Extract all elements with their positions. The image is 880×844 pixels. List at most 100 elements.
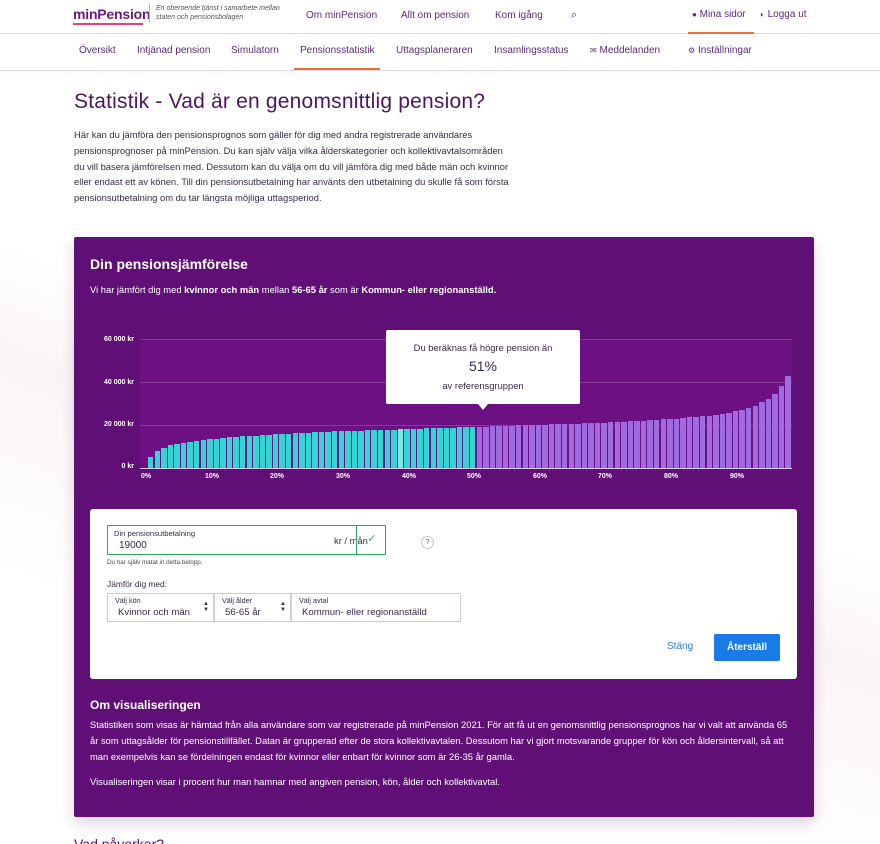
agreement-select[interactable]: Välj avtal Kommun- eller regionanställd <box>291 593 461 622</box>
tab-insamlingsstatus[interactable]: Insamlingsstatus <box>494 45 568 56</box>
chart-bar <box>765 399 772 468</box>
chart-bar <box>226 437 233 468</box>
chart-bar <box>640 420 647 468</box>
tab-simulatorn[interactable]: Simulatorn <box>231 45 279 56</box>
gender-select-label: Välj kön <box>115 596 141 605</box>
tagline: En oberoende tjänst i samarbete mellan s… <box>149 4 289 22</box>
tab-uttagsplaneraren[interactable]: Uttagsplaneraren <box>396 45 473 56</box>
page-title: Statistik - Vad är en genomsnittlig pens… <box>74 90 486 113</box>
chart-bar <box>338 431 344 468</box>
x-tick-label: 40% <box>401 473 417 480</box>
chart-bar <box>542 424 548 468</box>
chart-bar <box>148 457 154 468</box>
chart-bar <box>272 434 279 468</box>
about-text: Statistiken som visas är hämtad från all… <box>90 717 790 799</box>
nav-kom-igang[interactable]: Kom igång <box>495 10 543 21</box>
tooltip-percent: 51% <box>468 358 498 374</box>
chart-bar <box>246 435 252 468</box>
comparison-card: Din pensionsjämförelse Vi har jämfört di… <box>74 237 814 817</box>
chart-bar <box>220 437 226 468</box>
gender-select[interactable]: Välj kön Kvinnor och män ▲ ▼ <box>107 593 214 622</box>
chart-bar <box>726 412 732 468</box>
sort-arrows-icon: ▲ ▼ <box>280 601 286 613</box>
tab-meddelanden[interactable]: ✉ Meddelanden <box>590 45 660 56</box>
chart-bar <box>588 423 594 468</box>
chart-bar <box>660 419 666 468</box>
chart-bar <box>351 430 358 468</box>
chart-bar <box>424 428 430 468</box>
tab-oversikt[interactable]: Översikt <box>79 45 116 56</box>
mina-sidor-link[interactable]: ● Mina sidor <box>688 0 754 34</box>
chart-bar <box>154 450 160 468</box>
chart-bar <box>621 421 627 468</box>
search-icon[interactable]: ⌕ <box>571 9 577 22</box>
agreement-select-label: Välj avtal <box>299 596 329 605</box>
tab-intjanad-pension[interactable]: Intjänad pension <box>137 45 210 56</box>
chart-bar <box>686 417 693 468</box>
chart-bar <box>693 416 699 468</box>
chart-bar <box>430 428 436 468</box>
help-icon[interactable]: ? <box>421 536 434 549</box>
chart-bar <box>167 445 174 468</box>
chart-bar <box>713 414 719 468</box>
chart-bar <box>325 431 331 468</box>
chart-bar <box>358 430 364 468</box>
agreement-select-value: Kommun- eller regionanställd <box>302 607 427 618</box>
confirm-check-button[interactable]: ✓ <box>356 525 387 555</box>
logga-ut-link[interactable]: ◐ Logga ut <box>760 9 807 20</box>
chart-bar <box>233 436 239 468</box>
chart-bar <box>161 447 167 468</box>
tab-installningar[interactable]: ⚙ Inställningar <box>688 45 752 56</box>
chart-bar <box>535 424 542 468</box>
x-tick-label: 60% <box>532 473 548 480</box>
chart-bar <box>213 438 220 468</box>
card-title: Din pensionsjämförelse <box>90 256 248 272</box>
chart-bar <box>752 405 758 468</box>
chart-bar <box>364 430 371 468</box>
chart-bar <box>332 431 338 468</box>
tab-pensionsstatistik[interactable]: Pensionsstatistik <box>300 45 374 56</box>
nav-om-minpension[interactable]: Om minPension <box>306 10 377 21</box>
sort-arrows-icon: ▲ ▼ <box>203 601 209 613</box>
pension-amount-value[interactable]: 19000 <box>119 540 147 551</box>
chart-bar <box>476 426 482 468</box>
x-tick-label: 0% <box>140 473 152 480</box>
logo-underline <box>73 23 143 25</box>
reset-button[interactable]: Återställ <box>714 634 780 661</box>
age-select[interactable]: Välj ålder 56-65 år ▲ ▼ <box>214 593 291 622</box>
chart-bar <box>614 422 620 468</box>
chart-bar <box>194 440 200 468</box>
chart-bar <box>240 436 246 468</box>
y-tick-label: 20 000 kr <box>104 421 134 428</box>
chart-bar <box>180 442 187 468</box>
chart-bar <box>772 393 778 468</box>
comparison-form: Din pensionsutbetalning 19000 kr / mån ✓… <box>90 509 797 679</box>
chart-bar <box>548 424 555 468</box>
input-note: Du har själv matat in detta belopp. <box>107 559 203 566</box>
chart-bar <box>391 429 397 468</box>
chart-bar <box>279 433 285 468</box>
about-paragraph: Statistiken som visas är hämtad från all… <box>90 719 788 762</box>
pension-amount-field[interactable]: Din pensionsutbetalning 19000 kr / mån ✓ <box>107 525 386 555</box>
chart-bar <box>785 375 791 468</box>
chart-bar <box>187 441 193 468</box>
chart-bar <box>437 428 443 468</box>
chart-bar <box>292 433 298 468</box>
gender-select-value: Kvinnor och män <box>118 607 190 618</box>
chart-bar <box>581 423 588 468</box>
about-title: Om visualiseringen <box>90 698 201 712</box>
chart-bar <box>417 428 423 468</box>
chart-bar <box>483 426 489 468</box>
close-button[interactable]: Stäng <box>667 641 693 652</box>
chart-bar <box>207 439 213 468</box>
chart-bar <box>627 421 634 468</box>
chart-bar <box>470 426 476 468</box>
chart-bar <box>404 429 410 468</box>
nav-allt-om-pension[interactable]: Allt om pension <box>401 10 469 21</box>
active-tab-indicator <box>294 68 380 70</box>
chart-bar <box>253 435 259 468</box>
x-tick-label: 90% <box>729 473 745 480</box>
tab-installningar-label: Inställningar <box>697 45 752 56</box>
logo[interactable]: minPension <box>73 6 151 22</box>
chart-bar <box>489 426 496 468</box>
